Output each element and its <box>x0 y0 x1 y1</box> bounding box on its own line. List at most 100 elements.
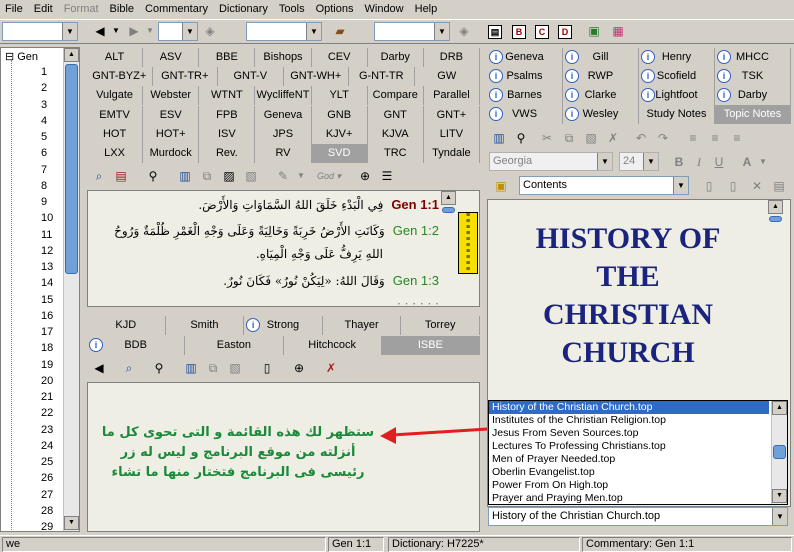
menu-item-format[interactable]: Format <box>59 0 105 17</box>
tree-chapter-item[interactable]: 22 <box>41 407 61 423</box>
bible-tab-wycliffent[interactable]: WycliffeNT <box>255 86 312 106</box>
new-page-icon[interactable]: ▯ <box>701 178 717 194</box>
bible-tab-gnt-[interactable]: GNT+ <box>423 105 480 125</box>
bible-scrollbar[interactable]: ▲ <box>441 191 457 305</box>
tree-chapter-item[interactable]: 27 <box>41 489 61 505</box>
dictionary-window-icon[interactable]: D <box>558 25 572 39</box>
comm-tab-scofield[interactable]: i Scofield <box>639 67 715 86</box>
highlighter-dropdown-icon[interactable]: ▼ <box>293 168 309 184</box>
tree-chapter-item[interactable]: 16 <box>41 310 61 326</box>
bible-selector-combo[interactable]: ▼ <box>2 22 78 41</box>
scroll-thumb[interactable] <box>65 64 78 274</box>
menu-item-file[interactable]: File <box>0 0 29 17</box>
bible-tab-hot[interactable]: HOT <box>87 124 144 144</box>
tree-chapter-item[interactable]: 1 <box>41 66 61 82</box>
notes-binoculars-icon[interactable]: ⚲ <box>513 130 529 146</box>
bible-verse[interactable]: Gen 1:1 فِي الْبَدْءِ خَلَقَ اللهُ السَّم… <box>198 197 439 212</box>
back-arrow-icon[interactable]: ◀ <box>92 23 108 39</box>
tree-collapse-icon[interactable]: ⊟ <box>5 51 14 63</box>
bible-tab-rev-webster-[interactable]: Rev. Webster+ <box>199 144 256 177</box>
bible-tab-cev[interactable]: CEV <box>311 48 368 67</box>
binoculars-icon[interactable]: ⚲ <box>145 168 161 184</box>
book-icon[interactable]: ▰ <box>332 23 348 39</box>
bible-tab-webster[interactable]: Webster <box>143 86 200 106</box>
comm-tab-tsk[interactable]: i TSK <box>715 67 791 86</box>
comm-tab-topic-notes[interactable]: Topic Notes <box>715 105 791 124</box>
tree-chapter-item[interactable]: 9 <box>41 196 61 212</box>
bible-verse[interactable]: Gen 1:3 وَقَالَ اللهُ: «لِيَكُنْ نُورٌ» ف… <box>223 273 439 288</box>
tree-chapter-item[interactable]: 10 <box>41 212 61 228</box>
lock-icon[interactable]: ▣ <box>493 178 509 194</box>
paste-icon[interactable]: ▧ <box>243 168 259 184</box>
bible-tab-gw[interactable]: GW <box>414 67 480 87</box>
bible-verse[interactable]: اللهِ يَرِفُّ عَلَى وَجْهِ الْمِيَاهِ. <box>256 247 383 261</box>
books-stack-icon[interactable]: ▦ <box>610 23 626 39</box>
copy-verse-icon[interactable]: ▨ <box>221 168 237 184</box>
tree-chapter-item[interactable]: 2 <box>41 82 61 98</box>
align-left-icon[interactable]: ≡ <box>685 130 701 146</box>
comm-tab-gill[interactable]: i Gill <box>563 48 639 67</box>
bold-icon[interactable]: B <box>671 154 687 170</box>
dict-tab-smith[interactable]: Smith <box>165 316 245 335</box>
align-right-icon[interactable]: ≡ <box>729 130 745 146</box>
dict-tab-kjd[interactable]: KJD <box>87 316 166 335</box>
dict-tab-bdb[interactable]: i BDB <box>87 336 186 355</box>
bible-tab-kjva[interactable]: KJVA <box>367 124 424 144</box>
tree-chapter-item[interactable]: 15 <box>41 294 61 310</box>
topic-scroll-up[interactable]: ▲ <box>772 401 787 415</box>
menu-item-bible[interactable]: Bible <box>105 0 140 17</box>
notes-scroll-thumb[interactable] <box>769 216 782 222</box>
topic-scroll-down[interactable]: ▼ <box>772 489 787 503</box>
menu-item-tools[interactable]: Tools <box>274 0 311 17</box>
comm-tab-geneva[interactable]: i Geneva <box>487 48 563 67</box>
tree-chapter-item[interactable]: 24 <box>41 440 61 456</box>
bible-tab-gnt-byz-[interactable]: GNT-BYZ+ <box>87 67 153 87</box>
tree-chapter-item[interactable]: 26 <box>41 472 61 488</box>
bible-verse[interactable]: Gen 1:2 وَكَانَتِ الأَرْضُ خَرِبَةً وَخَا… <box>114 223 439 238</box>
bible-tab-lxx[interactable]: LXX <box>87 144 144 163</box>
comm-tab-darby[interactable]: i Darby <box>715 86 791 105</box>
bible-tab-asv[interactable]: ASV <box>143 48 200 67</box>
bible-tab-gnt-wh-[interactable]: GNT-WH+ <box>283 67 349 87</box>
scroll-down-button[interactable]: ▼ <box>64 516 79 530</box>
tree-chapter-item[interactable]: 11 <box>41 229 61 245</box>
bible-tab-tyndale[interactable]: Tyndale <box>423 144 480 163</box>
bible-tab-gnt-v[interactable]: GNT-V <box>218 67 284 87</box>
tree-chapter-item[interactable]: 6 <box>41 147 61 163</box>
dictionary-combo[interactable]: ▼ <box>374 22 450 41</box>
font-color-icon[interactable]: A <box>739 154 755 170</box>
comm-tab-barnes[interactable]: i Barnes <box>487 86 563 105</box>
underline-icon[interactable]: U <box>711 154 727 170</box>
bible-tab-geneva[interactable]: Geneva <box>255 105 312 125</box>
bible-tab-drb[interactable]: DRB <box>423 48 480 67</box>
forward-arrow-icon[interactable]: ▶ <box>126 23 142 39</box>
tree-chapter-item[interactable]: 18 <box>41 342 61 358</box>
menu-item-window[interactable]: Window <box>360 0 410 17</box>
topic-list-scrollbar[interactable]: ▲ ▼ <box>771 401 787 504</box>
verse-ruler[interactable]: ≡ ≡ ≡ ≡ ≡ ≡ ≡ ≡ ≡ ≡ <box>458 212 478 274</box>
bible-tab-esv[interactable]: ESV <box>143 105 200 125</box>
dict-strike-icon[interactable]: ✗ <box>323 360 339 376</box>
notes-book-icon[interactable]: ▥ <box>491 130 507 146</box>
bible-tab-gnt[interactable]: GNT <box>367 105 424 125</box>
bible-tab-wtnt[interactable]: WTNT <box>199 86 256 106</box>
bible-tab-bishops[interactable]: Bishops <box>255 48 312 67</box>
comm-tab-vws[interactable]: i VWS <box>487 105 563 124</box>
dictionary-text-pane[interactable]: ستظهر لك هذه القائمة و التى تحوى كل ما أ… <box>87 382 489 532</box>
tree-chapter-item[interactable]: 23 <box>41 424 61 440</box>
bible-tab-gnb[interactable]: GNB <box>311 105 368 125</box>
bible-tab-litv[interactable]: LITV <box>423 124 480 144</box>
topic-list-item[interactable]: Men of Prayer Needed.top <box>489 453 769 466</box>
comm-tab-clarke[interactable]: i Clarke <box>563 86 639 105</box>
highlighter-icon[interactable]: ✎ <box>275 168 291 184</box>
dict-tab-thayer[interactable]: Thayer <box>322 316 402 335</box>
search-page-icon[interactable]: ⌕ <box>91 168 107 184</box>
topic-select[interactable]: History of the Christian Church.top ▼ <box>488 507 788 526</box>
book-chapter-tree[interactable]: ▲ ▼ ⊟ Gen 1 2 3 4 5 6 7 8 9 10 11 12 13 14 15 16 17 18 19 20 2… <box>0 47 80 533</box>
bible-tab-compare[interactable]: Compare <box>367 86 424 106</box>
bible-tab-emtv[interactable]: EMTV <box>87 105 144 125</box>
notes-paste-icon[interactable]: ▧ <box>583 130 599 146</box>
tree-chapter-item[interactable]: 19 <box>41 359 61 375</box>
bible-tab-rv[interactable]: RV <box>255 144 312 163</box>
dict-tab-strong[interactable]: i Strong <box>244 316 323 335</box>
